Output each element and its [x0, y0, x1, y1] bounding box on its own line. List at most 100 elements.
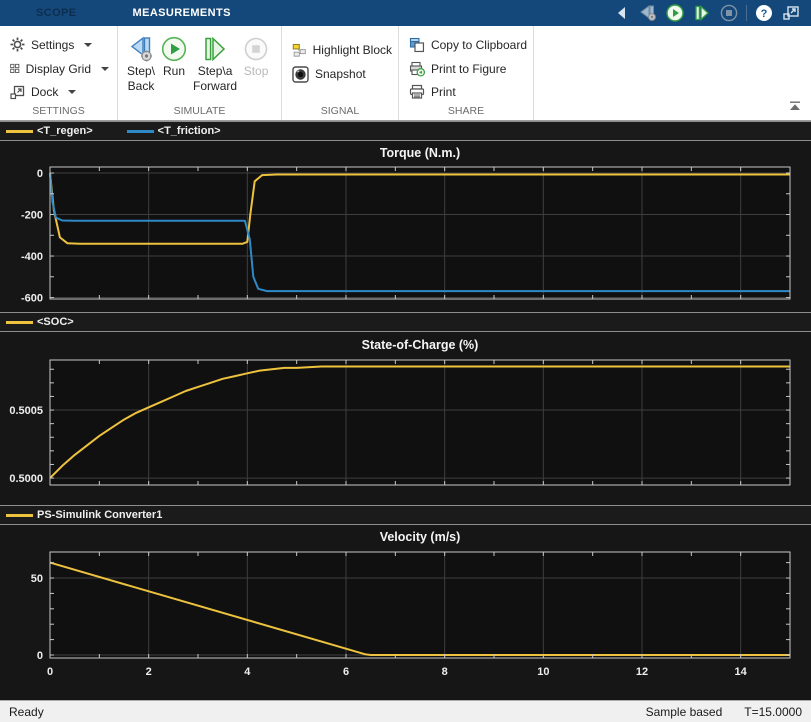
undock-icon [782, 5, 800, 21]
step-back-icon [638, 4, 658, 22]
chart-title: Velocity (m/s) [380, 530, 461, 544]
y-tick-label: 0 [37, 168, 43, 180]
step-forward-label-line1: Step\a [198, 64, 233, 79]
legend-swatch [127, 130, 154, 133]
section-signal: Highlight Block Snapshot SIGNAL [282, 26, 399, 120]
print-to-figure-button[interactable]: Print to Figure [407, 57, 529, 81]
section-share: Copy to Clipboard Print to Figure Print … [399, 26, 534, 120]
y-tick-label: 50 [31, 573, 43, 585]
scope-canvas: <T_regen> <T_friction> 0 -200 -400 -600 Torq… [0, 121, 811, 700]
step-back-button[interactable]: Step\ Back [124, 32, 158, 96]
gear-icon [10, 37, 25, 52]
print-icon [409, 84, 425, 100]
x-tick-label: 8 [442, 666, 448, 678]
toolstrip-filler [534, 26, 811, 120]
section-settings: Settings Display Grid Dock SETTINGS [0, 26, 118, 120]
settings-button[interactable]: Settings [8, 33, 111, 57]
highlight-block-icon [292, 42, 307, 59]
display-grid-label: Display Grid [26, 62, 91, 76]
chevron-down-icon [84, 43, 92, 47]
tab-scope[interactable]: SCOPE [22, 0, 91, 26]
tab-measurements[interactable]: MEASUREMENTS [119, 0, 245, 26]
run-quick-button[interactable] [665, 3, 685, 23]
display-grid-icon [10, 61, 20, 76]
print-label: Print [431, 85, 456, 99]
section-label-signal: SIGNAL [282, 105, 398, 117]
x-tick-label: 12 [636, 666, 648, 678]
settings-label: Settings [31, 38, 74, 52]
legend-item[interactable]: <T_friction> [127, 125, 221, 137]
dock-button[interactable]: Dock [8, 80, 111, 104]
x-tick-label: 4 [244, 666, 251, 678]
copy-to-clipboard-icon [409, 37, 425, 53]
legend-soc: <SOC> [0, 312, 811, 332]
status-bar: Ready Sample based T=15.0000 [0, 700, 811, 722]
help-icon: ? [755, 4, 773, 22]
quick-access-toolbar: ? [611, 3, 811, 23]
run-icon [161, 36, 187, 62]
step-back-label-line2: Back [128, 79, 155, 94]
x-tick-label: 2 [146, 666, 152, 678]
step-back-quick-button[interactable] [638, 3, 658, 23]
step-forward-label-line2: Forward [193, 79, 237, 94]
quick-access-divider [746, 5, 747, 21]
minimize-toolstrip-button[interactable] [789, 98, 801, 116]
x-tick-label: 0 [47, 666, 53, 678]
y-tick-label: -400 [21, 251, 43, 263]
velocity-plot[interactable]: 50002468101214Velocity (m/s) [0, 525, 811, 700]
section-label-settings: SETTINGS [0, 105, 117, 117]
chevron-down-icon [68, 90, 76, 94]
y-tick-label: -200 [21, 210, 43, 222]
x-tick-label: 6 [343, 666, 349, 678]
stop-button[interactable]: Stop [240, 32, 272, 81]
print-to-figure-icon [409, 61, 425, 77]
step-forward-button[interactable]: Step\a Forward [190, 32, 240, 96]
status-ready: Ready [9, 705, 44, 719]
undock-quick-button[interactable] [781, 3, 801, 23]
print-to-figure-label: Print to Figure [431, 62, 506, 76]
stop-label: Stop [244, 64, 269, 79]
chart-title: State-of-Charge (%) [362, 338, 479, 352]
legend-label: <T_regen> [37, 125, 93, 137]
copy-to-clipboard-label: Copy to Clipboard [431, 38, 527, 52]
section-label-simulate: SIMULATE [118, 105, 281, 117]
legend-label: PS-Simulink Converter1 [37, 509, 162, 521]
y-tick-label: 0.5000 [9, 473, 43, 485]
legend-torque: <T_regen> <T_friction> [0, 121, 811, 141]
chevron-down-icon [101, 67, 109, 71]
step-forward-icon [202, 36, 228, 62]
section-simulate: Step\ Back Run S [118, 26, 282, 120]
copy-to-clipboard-button[interactable]: Copy to Clipboard [407, 33, 529, 57]
status-sample-mode: Sample based [646, 705, 723, 719]
y-tick-label: 0 [37, 650, 43, 662]
legend-item[interactable]: PS-Simulink Converter1 [6, 509, 162, 521]
step-forward-quick-button[interactable] [692, 3, 712, 23]
highlight-block-button[interactable]: Highlight Block [290, 38, 394, 62]
legend-item[interactable]: <T_regen> [6, 125, 93, 137]
y-tick-label: -600 [21, 293, 43, 305]
legend-label: <SOC> [37, 316, 74, 328]
chart-title: Torque (N.m.) [380, 146, 460, 160]
status-sim-time: T=15.0000 [744, 705, 802, 719]
snapshot-button[interactable]: Snapshot [290, 62, 394, 86]
legend-velocity: PS-Simulink Converter1 [0, 505, 811, 525]
quick-access-chevron-icon[interactable] [611, 3, 631, 23]
state-of-charge-plot[interactable]: 0.50050.5000State-of-Charge (%) [0, 332, 811, 505]
torque-plot[interactable]: 0 -200 -400 -600 Torque (N.m.) [0, 141, 811, 312]
step-back-label-line1: Step\ [127, 64, 155, 79]
svg-text:?: ? [761, 8, 768, 20]
legend-item[interactable]: <SOC> [6, 316, 74, 328]
highlight-block-label: Highlight Block [313, 43, 392, 57]
stop-quick-button[interactable] [719, 3, 739, 23]
run-icon [666, 4, 684, 22]
collapse-toolstrip-icon [789, 101, 801, 111]
run-label: Run [163, 64, 185, 79]
help-button[interactable]: ? [754, 3, 774, 23]
step-back-icon [127, 35, 155, 63]
toolstrip: Settings Display Grid Dock SETTINGS [0, 26, 811, 121]
display-grid-button[interactable]: Display Grid [8, 57, 111, 81]
run-button[interactable]: Run [158, 32, 190, 81]
print-button[interactable]: Print [407, 80, 529, 104]
dock-label: Dock [31, 85, 58, 99]
legend-swatch [6, 514, 33, 517]
